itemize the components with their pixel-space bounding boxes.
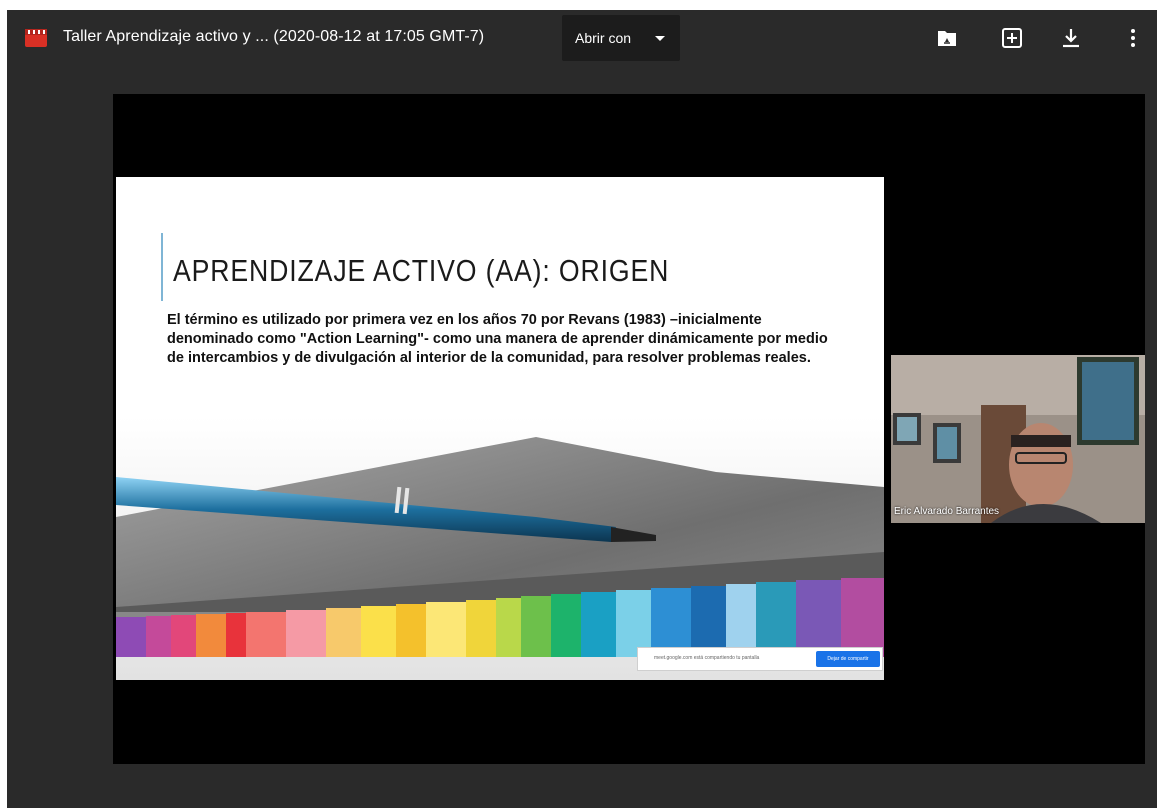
- open-with-label: Abrir con: [575, 30, 632, 46]
- shared-slide: APRENDIZAJE ACTIVO (AA): ORIGEN El térmi…: [116, 177, 884, 680]
- open-with-button[interactable]: Abrir con: [562, 15, 680, 61]
- viewer-toolbar: Taller Aprendizaje activo y ... (2020-08…: [7, 10, 1157, 66]
- file-title: Taller Aprendizaje activo y ... (2020-08…: [63, 28, 485, 45]
- video-player[interactable]: APRENDIZAJE ACTIVO (AA): ORIGEN El térmi…: [113, 94, 1145, 764]
- participant-name: Eric Alvarado Barrantes: [894, 506, 1000, 517]
- download-icon[interactable]: [1059, 26, 1083, 50]
- stop-sharing-button: Dejar de compartir: [816, 651, 880, 667]
- caret-down-icon: [655, 36, 665, 41]
- slide-body-line: denominado como "Action Learning"- como …: [167, 331, 828, 347]
- participant-camera: Eric Alvarado Barrantes: [891, 355, 1145, 523]
- pen-notebook-image: [116, 417, 884, 680]
- slide-body-line: El término es utilizado por primera vez …: [167, 312, 762, 328]
- participant-video-image: [891, 355, 1145, 523]
- slide-body: El término es utilizado por primera vez …: [167, 311, 857, 368]
- share-notice-text: meet.google.com está compartiendo tu pan…: [654, 655, 760, 661]
- add-to-folder-icon[interactable]: [1000, 26, 1024, 50]
- screen-share-notice: meet.google.com está compartiendo tu pan…: [637, 647, 883, 671]
- slide-title: APRENDIZAJE ACTIVO (AA): ORIGEN: [173, 253, 670, 288]
- file-viewer: Taller Aprendizaje activo y ... (2020-08…: [7, 10, 1157, 808]
- more-vert-icon[interactable]: [1121, 26, 1145, 50]
- add-to-drive-icon[interactable]: [935, 26, 959, 50]
- video-file-icon: [25, 29, 47, 47]
- slide-accent-bar: [161, 233, 163, 301]
- slide-body-line: de intercambios y de divulgación al inte…: [167, 350, 811, 366]
